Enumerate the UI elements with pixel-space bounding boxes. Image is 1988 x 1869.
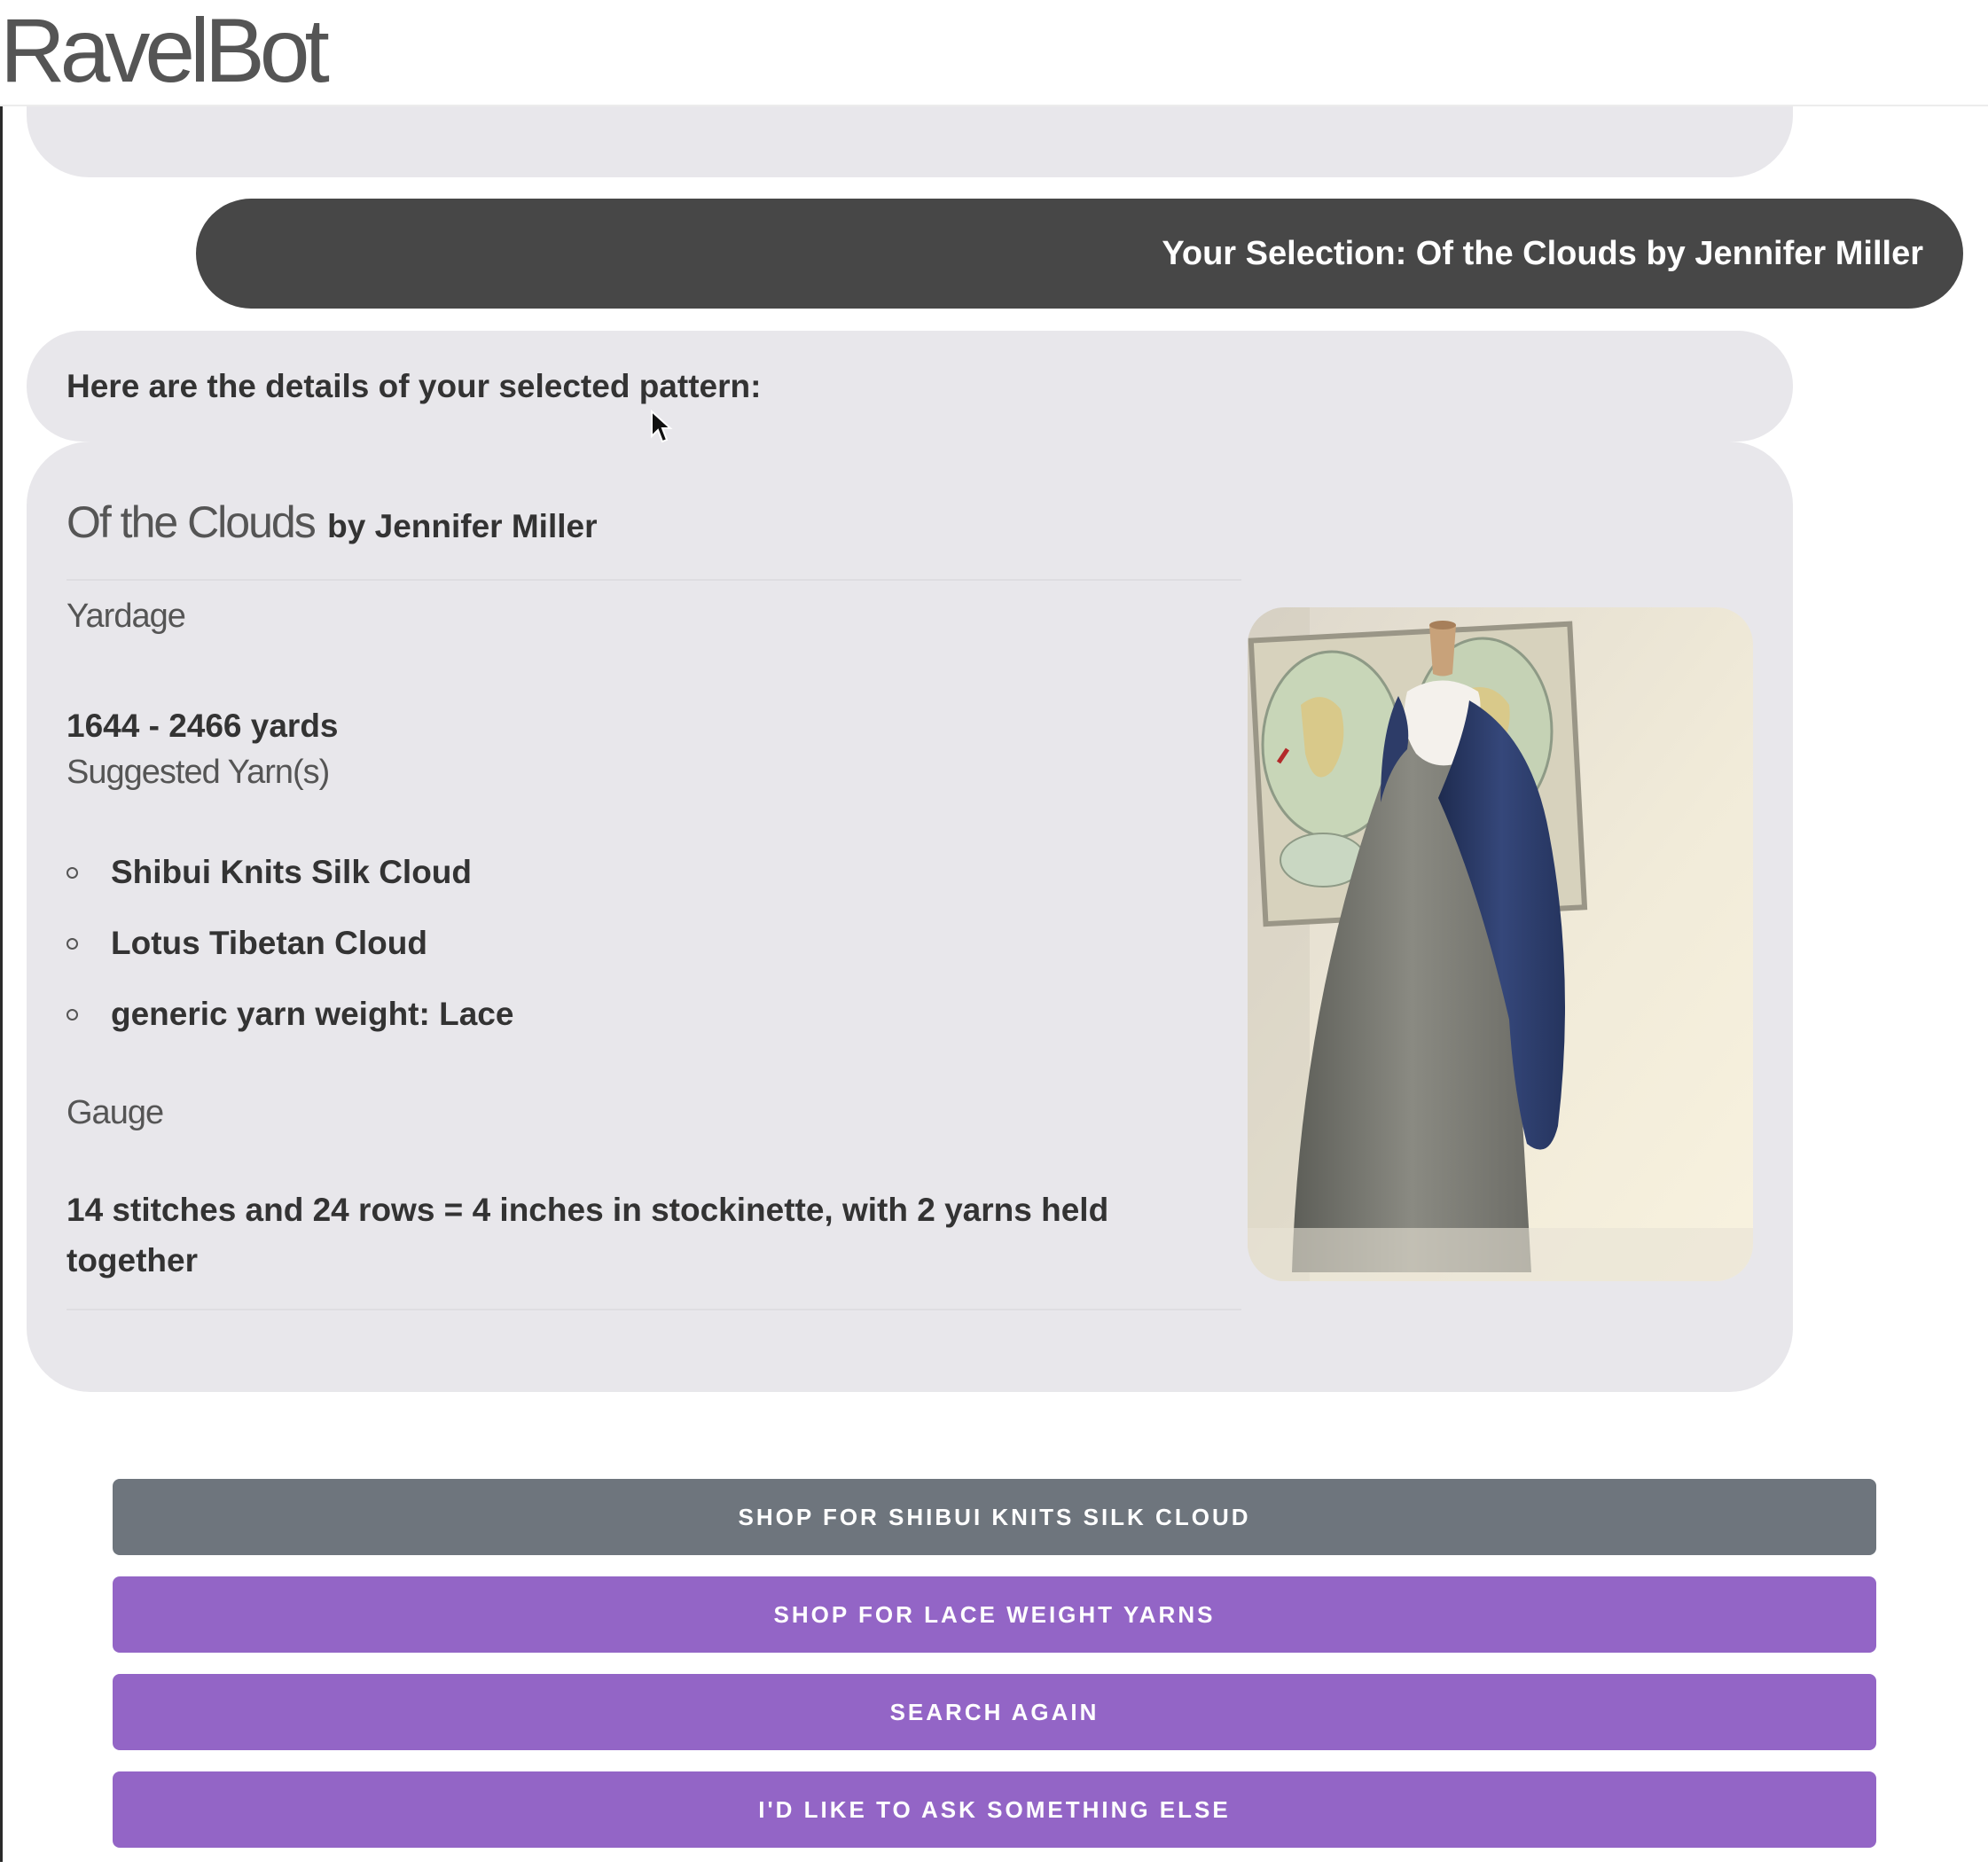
app-header: RavelBot: [0, 0, 1988, 106]
search-again-button[interactable]: SEARCH AGAIN: [113, 1674, 1876, 1750]
title-divider: [67, 579, 1241, 581]
yarn-name: generic yarn weight: Lace: [111, 996, 514, 1032]
pattern-name[interactable]: Of the Clouds: [67, 497, 317, 547]
details-divider: [67, 1309, 1241, 1310]
shop-lace-weight-button[interactable]: SHOP FOR LACE WEIGHT YARNS: [113, 1576, 1876, 1653]
mouse-cursor-icon: [651, 410, 673, 443]
bot-intro-message: Here are the details of your selected pa…: [27, 331, 1793, 442]
selection-text: Your Selection: Of the Clouds by Jennife…: [1162, 235, 1923, 272]
pattern-details-card: Of the Clouds by Jennifer Miller Yardage…: [27, 442, 1793, 1392]
yardage-value: 1644 - 2466 yards: [67, 708, 339, 744]
shawl-on-dress-form-image: [1248, 607, 1753, 1281]
yarn-name: Lotus Tibetan Cloud: [111, 925, 427, 961]
yardage-label: Yardage: [67, 598, 186, 635]
pattern-author: by Jennifer Miller: [327, 508, 598, 544]
shop-suggested-yarn-button[interactable]: SHOP FOR SHIBUI KNITS SILK CLOUD: [113, 1479, 1876, 1555]
left-edge-rule: [0, 0, 3, 1862]
ask-something-else-button[interactable]: I'D LIKE TO ASK SOMETHING ELSE: [113, 1771, 1876, 1848]
bullet-icon: [67, 938, 78, 950]
quick-reply-actions: SHOP FOR SHIBUI KNITS SILK CLOUD SHOP FO…: [113, 1479, 1876, 1869]
gauge-label: Gauge: [67, 1094, 164, 1131]
pattern-title: Of the Clouds by Jennifer Miller: [67, 497, 597, 548]
suggested-yarns-label: Suggested Yarn(s): [67, 754, 330, 791]
bullet-icon: [67, 1009, 78, 1021]
yarn-name: Shibui Knits Silk Cloud: [111, 854, 472, 890]
gauge-value: 14 stitches and 24 rows = 4 inches in st…: [67, 1192, 1109, 1279]
brand-logo: RavelBot: [0, 0, 330, 101]
bullet-icon: [67, 867, 78, 879]
user-selection-message: Your Selection: Of the Clouds by Jennife…: [196, 199, 1963, 309]
pattern-photo[interactable]: [1248, 607, 1753, 1281]
